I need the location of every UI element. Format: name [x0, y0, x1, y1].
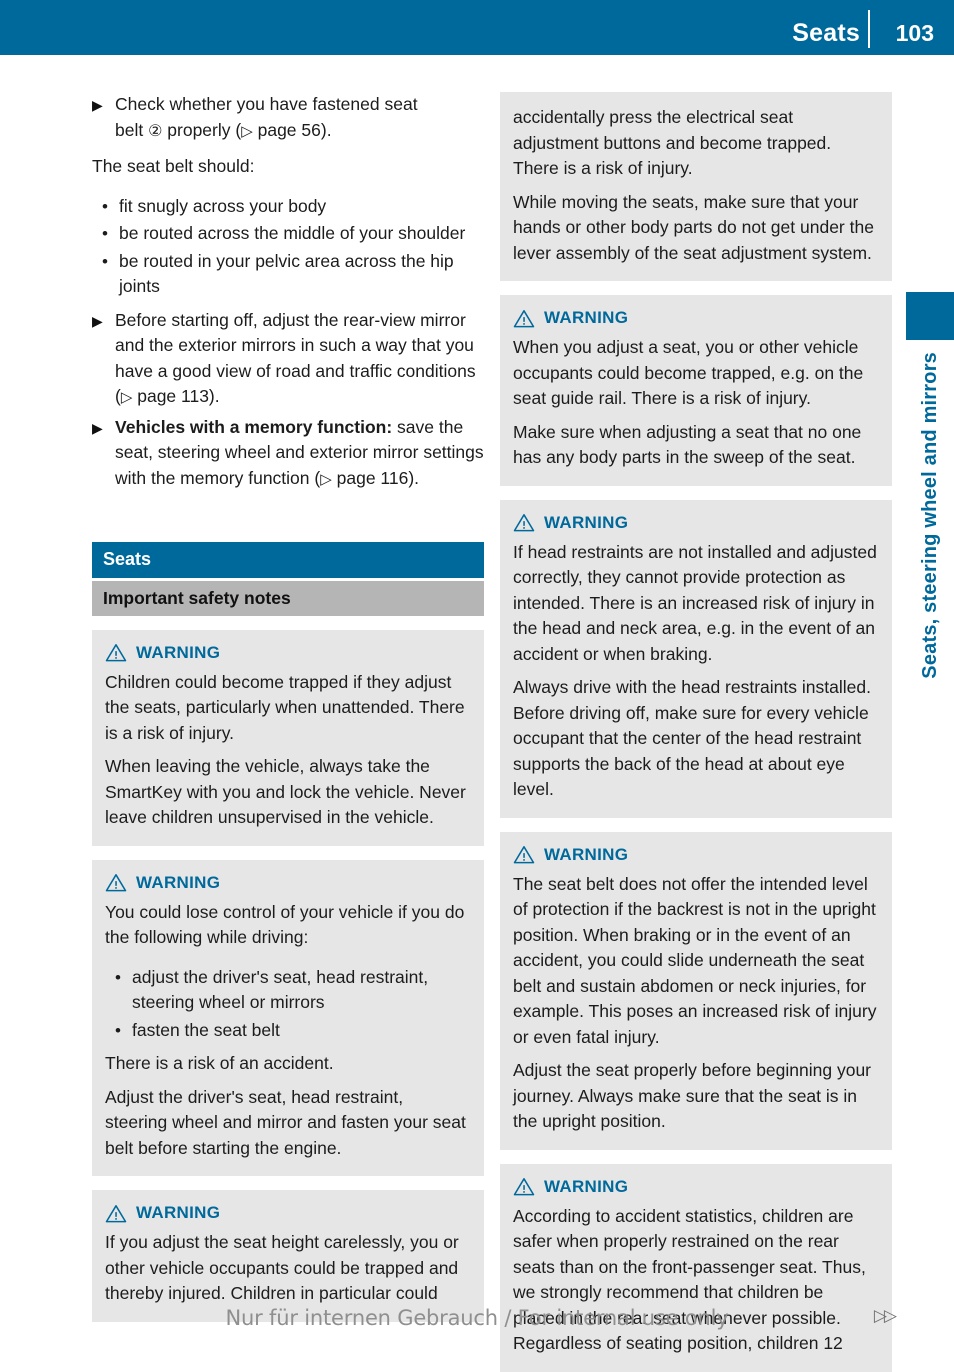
warning-box: WARNING Children could become trapped if…: [92, 629, 484, 846]
warning-triangle-icon: [513, 846, 535, 864]
action-item-check-seat-belt: ▶ Check whether you have fastened seat be…: [92, 92, 484, 144]
warning-header: WARNING: [105, 643, 470, 663]
warning-label: WARNING: [544, 308, 629, 327]
action-item-memory-function: ▶ Vehicles with a memory function: save t…: [92, 415, 484, 493]
bullet-dot-icon: •: [102, 224, 108, 243]
warning-paragraph: When leaving the vehicle, always take th…: [105, 756, 466, 828]
warning-box: WARNING The seat belt does not offer the…: [500, 831, 892, 1150]
warning-paragraph: Adjust the seat properly before beginnin…: [513, 1060, 872, 1131]
list-item: • be routed across the middle of your sho…: [100, 221, 484, 247]
seat-belt-intro-text: The seat belt should:: [92, 156, 255, 176]
action-item-line1: Check whether you have fastened seat: [115, 94, 418, 114]
thumb-tab-label-text: Seats, steering wheel and mirrors: [918, 352, 941, 679]
thumb-tab-block: [906, 292, 954, 340]
page-number: 103: [895, 20, 934, 46]
action-item-bold-lead: Vehicles with a memory function:: [115, 416, 393, 437]
page-ref-label: page 113).: [132, 386, 220, 406]
list-item: • be routed in your pelvic area across th…: [100, 249, 484, 300]
page-ref-label: page 56).: [252, 119, 332, 140]
warning-intro: You could lose control of your vehicle i…: [105, 901, 465, 948]
warning-header: WARNING: [513, 308, 878, 328]
action-arrow-icon: ▶: [92, 312, 103, 329]
warning-label: WARNING: [136, 872, 221, 892]
thumb-tab-label: Seats, steering wheel and mirrors: [908, 352, 952, 792]
warning-header: WARNING: [105, 873, 470, 893]
warning-triangle-icon: [105, 874, 127, 892]
warning-paragraph: If you adjust the seat height carelessly…: [105, 1232, 459, 1304]
warning-triangle-icon: [513, 514, 535, 532]
list-item: • fasten the seat belt: [113, 1018, 470, 1044]
action-item-adjust-mirrors: ▶ Before starting off, adjust the rear-vi…: [92, 308, 484, 411]
warning-label: WARNING: [544, 512, 629, 532]
bullet-dot-icon: •: [115, 1020, 121, 1040]
action-arrow-icon: ▶: [92, 419, 103, 436]
action-arrow-icon: ▶: [92, 97, 103, 113]
list-item-label: adjust the driver's seat, head restraint…: [132, 966, 429, 1013]
page-ref-triangle-icon: ▷: [241, 122, 253, 140]
right-column: accidentally press the electrical seat a…: [500, 92, 892, 1372]
warning-label: WARNING: [136, 1203, 221, 1223]
header-divider: [868, 10, 870, 48]
action-item-line2-after: properly (: [162, 119, 242, 140]
page-ref-triangle-icon: ▷: [120, 389, 133, 406]
list-item-label: fasten the seat belt: [132, 1019, 280, 1040]
warning-label: WARNING: [544, 844, 629, 864]
warning-box: WARNING When you adjust a seat, you or o…: [500, 295, 892, 486]
bullet-dot-icon: •: [102, 251, 108, 271]
warning-paragraph: The seat belt does not offer the intende…: [513, 873, 877, 1047]
subsection-heading-important-safety-notes: Important safety notes: [92, 580, 484, 616]
warning-box: WARNING If head restraints are not insta…: [500, 499, 892, 818]
warning-header: WARNING: [513, 845, 878, 865]
list-item-label: fit snugly across your body: [119, 195, 327, 216]
left-column: ▶ Check whether you have fastened seat be…: [92, 92, 484, 1322]
action-item-line2-before: belt: [115, 119, 149, 140]
warning-paragraph: accidentally press the electrical seat a…: [513, 107, 832, 178]
page-ref-label: page 116).: [331, 467, 420, 488]
page-footer: Nur für internen Gebrauch / For internal…: [0, 1306, 954, 1336]
warning-triangle-icon: [105, 644, 127, 662]
warning-triangle-icon: [105, 1204, 127, 1223]
warning-box: WARNING You could lose control of your v…: [92, 859, 484, 1177]
warning-paragraph: Adjust the driver's seat, head restraint…: [105, 1086, 466, 1158]
page-title: Seats: [792, 19, 860, 47]
list-item-label: be routed in your pelvic area across the…: [119, 250, 454, 297]
footer-double-triangle-icon: ▷▷: [873, 1306, 897, 1325]
warning-header: WARNING: [513, 513, 878, 533]
warning-box: WARNING If you adjust the seat height ca…: [92, 1190, 484, 1322]
warning-triangle-icon: [513, 309, 535, 327]
warning-paragraph: Children could become trapped if they ad…: [105, 671, 465, 743]
warning-paragraph: While moving the seats, make sure that y…: [513, 191, 874, 263]
bullet-dot-icon: •: [115, 967, 121, 987]
list-item: • adjust the driver's seat, head restrain…: [113, 965, 470, 1016]
warning-paragraph: There is a risk of an accident.: [105, 1053, 334, 1074]
warning-box-continued: accidentally press the electrical seat a…: [500, 92, 892, 281]
list-item-label: be routed across the middle of your shou…: [119, 223, 466, 243]
warning-paragraph: Always drive with the head restraints in…: [513, 677, 871, 799]
list-item: • fit snugly across your body: [100, 194, 484, 220]
page-ref-triangle-icon: ▷: [320, 470, 332, 488]
bullet-dot-icon: •: [102, 196, 108, 216]
warning-header: WARNING: [105, 1203, 470, 1223]
warning-box: WARNING According to accident statistics…: [500, 1163, 892, 1372]
warning-triangle-icon: [513, 1178, 535, 1196]
circled-number-2-icon: ②: [148, 122, 163, 140]
warning-label: WARNING: [544, 1176, 629, 1196]
warning-paragraph: When you adjust a seat, you or other veh…: [513, 337, 864, 408]
warning-label: WARNING: [136, 642, 221, 662]
warning-paragraph: Make sure when adjusting a seat that no …: [513, 421, 862, 468]
warning-paragraph: If head restraints are not installed and…: [513, 541, 877, 664]
footer-notice: Nur für internen Gebrauch / For internal…: [225, 1306, 729, 1330]
warning-header: WARNING: [513, 1177, 878, 1197]
section-heading-seats: Seats: [92, 542, 484, 578]
